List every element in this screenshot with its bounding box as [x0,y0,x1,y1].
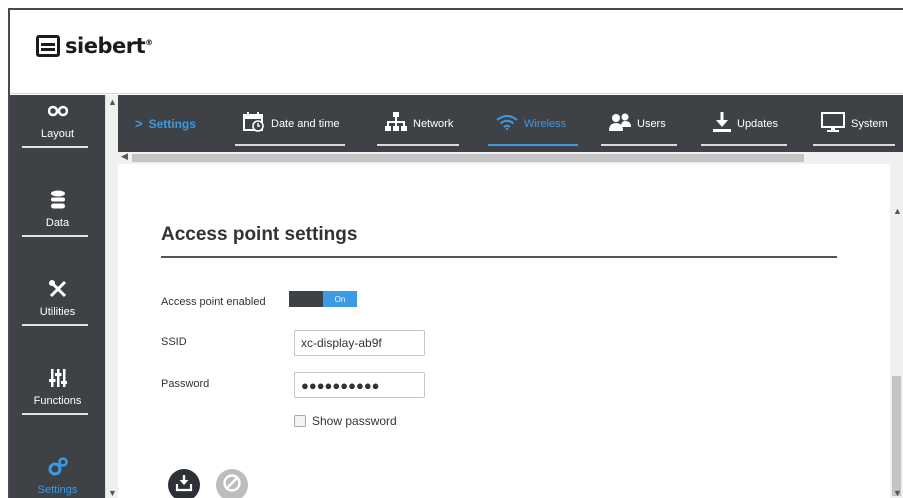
cancel-icon [222,473,242,498]
sidebar-item-label: Data [45,217,70,229]
scrollbar-thumb[interactable] [132,154,804,162]
network-icon [385,112,407,135]
tab-label: Users [637,117,666,130]
tab-wireless[interactable]: Wireless [488,95,578,152]
sidebar-divider [22,146,88,148]
sidebar-divider [22,235,88,237]
sidebar-divider [22,324,88,326]
download-icon [713,112,731,135]
chevron-right-icon: > [135,116,143,131]
users-icon [609,113,631,134]
tab-underline [377,144,459,146]
tools-icon [47,278,69,300]
gears-icon [47,456,69,478]
brand-logo: siebert® [36,34,153,58]
tab-underline [488,144,578,146]
show-password-row[interactable]: Show password [294,414,397,428]
ssid-label: SSID [161,336,187,348]
database-icon [47,189,69,211]
ap-enabled-toggle[interactable]: On [289,291,357,307]
calendar-clock-icon [243,112,265,135]
tab-label: System [851,117,888,130]
monitor-icon [821,112,845,135]
tab-underline [701,144,787,146]
toggle-state: On [323,291,357,307]
tab-users[interactable]: Users [601,95,677,152]
ssid-input[interactable]: xc-display-ab9f [294,330,425,356]
scroll-up-icon[interactable]: ▲ [893,206,902,216]
sidebar-item-data[interactable]: Data [10,154,105,239]
siebert-logo-icon [36,35,60,57]
sidebar-item-label: Layout [40,128,75,140]
ap-enabled-label: Access point enabled [161,296,266,308]
save-icon [175,474,193,497]
top-navigation: > Settings Date and time Network Wireles… [118,95,903,152]
tab-label: Settings [148,116,196,131]
scroll-left-icon[interactable]: ◀ [121,151,128,162]
tab-underline [813,144,895,146]
sidebar-item-label: Settings [37,484,78,496]
cancel-button[interactable] [216,469,248,498]
wifi-icon [496,114,518,133]
tab-system[interactable]: System [813,95,895,152]
sidebar-item-label: Utilities [39,306,76,318]
show-password-label: Show password [312,414,397,428]
tab-network[interactable]: Network [377,95,459,152]
password-label: Password [161,378,210,390]
horizontal-scrollbar[interactable]: ◀ [118,151,903,164]
scroll-down-icon[interactable]: ▼ [108,488,117,498]
tab-label: Updates [737,117,778,130]
tab-date-and-time[interactable]: Date and time [235,95,345,152]
save-button[interactable] [168,469,200,498]
app-window: siebert® Layout Data Utilities Functions… [8,8,903,498]
tab-label: Network [413,117,454,130]
tab-label: Date and time [271,117,340,130]
password-input[interactable]: ●●●●●●●●●● [294,372,425,398]
tab-updates[interactable]: Updates [701,95,787,152]
tab-underline [601,144,677,146]
sidebar-item-utilities[interactable]: Utilities [10,243,105,328]
sidebar: Layout Data Utilities Functions Settings [10,95,105,498]
tab-label: Wireless [524,117,567,130]
sidebar-item-settings[interactable]: Settings [10,421,105,498]
show-password-checkbox[interactable] [294,415,306,427]
sidebar-item-label: Functions [33,395,82,407]
tab-underline [235,144,345,146]
tab-settings-current[interactable]: > Settings [135,95,196,152]
sidebar-item-layout[interactable]: Layout [10,95,105,150]
scroll-down-icon[interactable]: ▼ [893,488,902,498]
sliders-icon [47,367,69,389]
sidebar-scrollbar[interactable]: ▲ ▼ [105,95,118,498]
main-content: Access point settings Access point enabl… [118,164,890,498]
section-title: Access point settings [161,224,358,245]
sidebar-divider [22,413,88,415]
header: siebert® [10,10,903,94]
vertical-scrollbar[interactable]: ▲ ▼ [890,164,903,498]
sidebar-item-functions[interactable]: Functions [10,332,105,417]
scrollbar-thumb[interactable] [892,376,901,496]
layout-icon [47,100,69,122]
section-divider [161,256,837,258]
brand-name: siebert® [65,34,153,58]
scroll-up-icon[interactable]: ▲ [108,97,117,107]
